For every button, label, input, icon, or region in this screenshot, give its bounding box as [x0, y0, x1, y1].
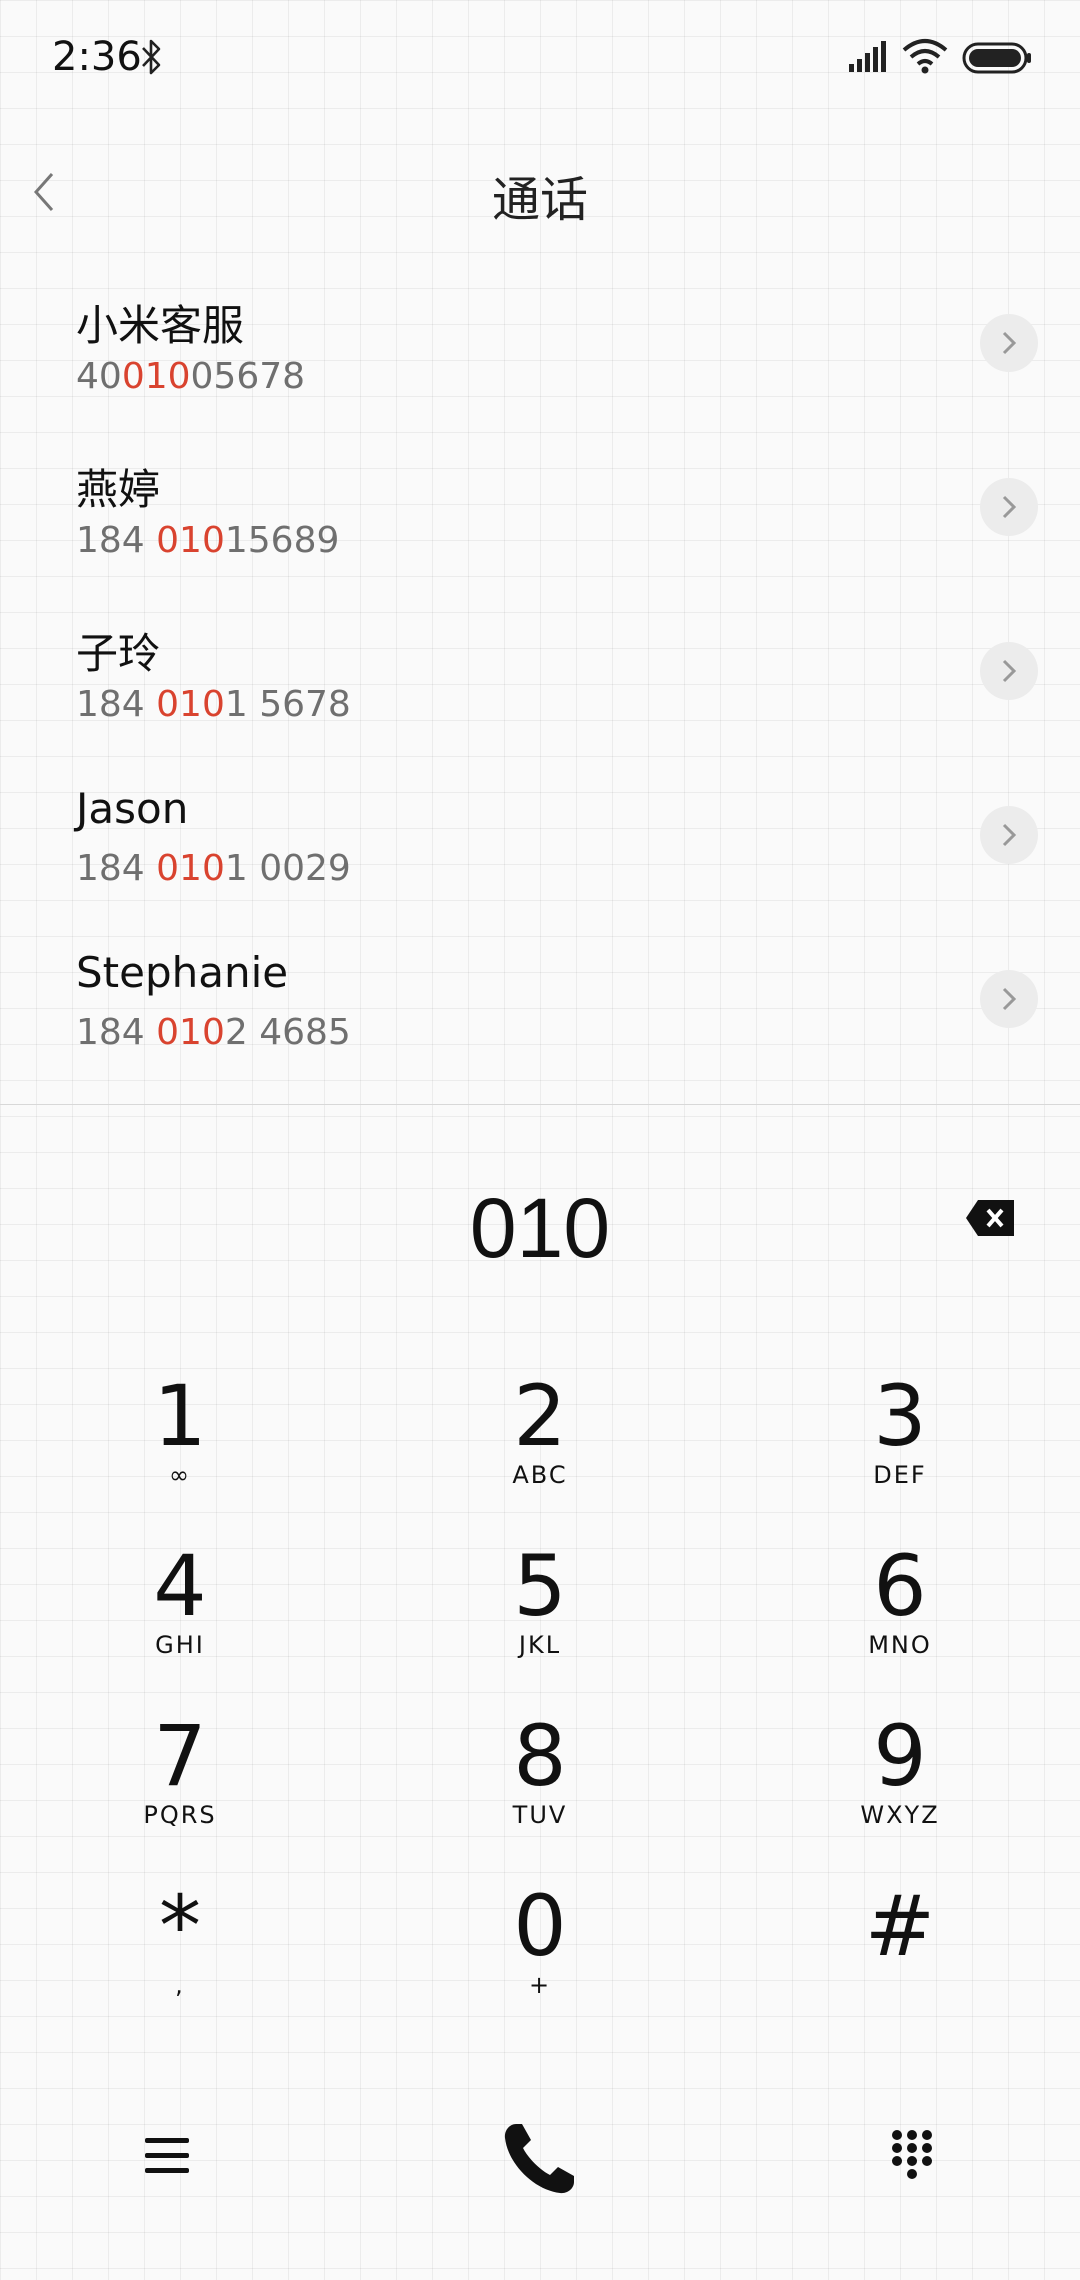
header: 通话 [0, 130, 1080, 250]
key-letters: DEF [873, 1461, 927, 1489]
contact-detail-button[interactable] [980, 642, 1038, 700]
list-item[interactable]: 燕婷 184 01015689 [0, 428, 1080, 592]
chevron-right-icon [1002, 659, 1017, 683]
key-hash[interactable]: # [810, 1880, 990, 2020]
contact-name: 燕婷 [76, 465, 161, 514]
contact-number: 4001005678 [76, 356, 305, 397]
key-2[interactable]: 2 ABC [450, 1370, 630, 1510]
list-item[interactable]: 子玲 184 0101 5678 [0, 592, 1080, 756]
number-match: 010 [121, 356, 191, 397]
key-digit: 9 [873, 1707, 927, 1805]
chevron-right-icon [1002, 331, 1017, 355]
key-5[interactable]: 5 JKL [450, 1540, 630, 1680]
key-digit: 7 [153, 1707, 207, 1805]
number-suffix: 15689 [224, 520, 340, 561]
key-letters: + [528, 1971, 552, 1999]
contact-detail-button[interactable] [980, 478, 1038, 536]
status-time: 2:36 [52, 34, 142, 80]
signal-icon [849, 41, 886, 72]
contact-name: Stephanie [76, 948, 289, 997]
contact-list: 小米客服 4001005678 燕婷 184 01015689 子玲 184 0… [0, 264, 1080, 1084]
key-3[interactable]: 3 DEF [810, 1370, 990, 1510]
bluetooth-icon [142, 39, 161, 75]
menu-icon[interactable] [144, 2136, 190, 2176]
contact-number: 184 01015689 [76, 520, 339, 561]
number-match: 010 [156, 1012, 225, 1053]
battery-icon [962, 42, 1031, 74]
key-digit: 8 [513, 1707, 567, 1805]
number-prefix: 184 [76, 684, 157, 725]
chevron-right-icon [1002, 987, 1017, 1011]
key-letters: GHI [155, 1631, 205, 1659]
key-digit: 2 [513, 1367, 567, 1465]
list-item[interactable]: Stephanie 184 0102 4685 [0, 920, 1080, 1084]
key-digit: 6 [873, 1537, 927, 1635]
contact-name: 小米客服 [76, 301, 245, 350]
contact-name: 子玲 [76, 629, 161, 678]
number-prefix: 184 [76, 1012, 157, 1053]
key-letters: , [175, 1971, 185, 1999]
key-digit: 5 [513, 1537, 567, 1635]
backspace-icon[interactable] [964, 1198, 1016, 1238]
dial-input[interactable]: 010 [0, 1180, 1080, 1277]
chevron-right-icon [1002, 823, 1017, 847]
key-digit: 3 [873, 1367, 927, 1465]
number-match: 010 [156, 520, 225, 561]
key-9[interactable]: 9 WXYZ [810, 1710, 990, 1850]
list-item[interactable]: Jason 184 0101 0029 [0, 756, 1080, 920]
voicemail-icon: ∞ [169, 1461, 191, 1489]
number-suffix: 1 0029 [224, 848, 351, 889]
number-suffix: 2 4685 [224, 1012, 351, 1053]
call-button[interactable] [498, 2120, 578, 2200]
chevron-right-icon [1002, 495, 1017, 519]
key-letters: MNO [868, 1631, 932, 1659]
key-0[interactable]: 0 + [450, 1880, 630, 2020]
key-digit: 4 [153, 1537, 207, 1635]
key-6[interactable]: 6 MNO [810, 1540, 990, 1680]
key-1[interactable]: 1 ∞ [90, 1370, 270, 1510]
contact-number: 184 0101 5678 [76, 684, 351, 725]
number-prefix: 40 [76, 356, 122, 397]
key-letters: JKL [518, 1631, 562, 1659]
contact-detail-button[interactable] [980, 806, 1038, 864]
list-item[interactable]: 小米客服 4001005678 [0, 264, 1080, 428]
key-letters: TUV [512, 1801, 568, 1829]
page-title: 通话 [491, 172, 588, 228]
number-prefix: 184 [76, 520, 157, 561]
number-suffix: 1 5678 [224, 684, 351, 725]
number-suffix: 05678 [190, 356, 306, 397]
contact-detail-button[interactable] [980, 970, 1038, 1028]
bottom-bar [0, 2100, 1080, 2220]
key-digit: * [159, 1877, 201, 1975]
key-letters: PQRS [143, 1801, 217, 1829]
key-4[interactable]: 4 GHI [90, 1540, 270, 1680]
status-bar: 2:36 [0, 0, 1080, 118]
divider [0, 1104, 1080, 1105]
dialpad-toggle-icon[interactable] [890, 2128, 934, 2182]
contact-number: 184 0101 0029 [76, 848, 351, 889]
number-match: 010 [156, 684, 225, 725]
number-match: 010 [156, 848, 225, 889]
phone-icon [504, 2124, 574, 2194]
key-letters: ABC [512, 1461, 568, 1489]
key-digit: # [864, 1877, 936, 1975]
key-8[interactable]: 8 TUV [450, 1710, 630, 1850]
key-digit: 0 [513, 1877, 567, 1975]
number-prefix: 184 [76, 848, 157, 889]
contact-number: 184 0102 4685 [76, 1012, 351, 1053]
key-star[interactable]: * , [90, 1880, 270, 2020]
wifi-icon [902, 39, 948, 74]
contact-detail-button[interactable] [980, 314, 1038, 372]
key-letters: WXYZ [860, 1801, 940, 1829]
key-7[interactable]: 7 PQRS [90, 1710, 270, 1850]
key-digit: 1 [153, 1367, 207, 1465]
contact-name: Jason [76, 784, 189, 833]
